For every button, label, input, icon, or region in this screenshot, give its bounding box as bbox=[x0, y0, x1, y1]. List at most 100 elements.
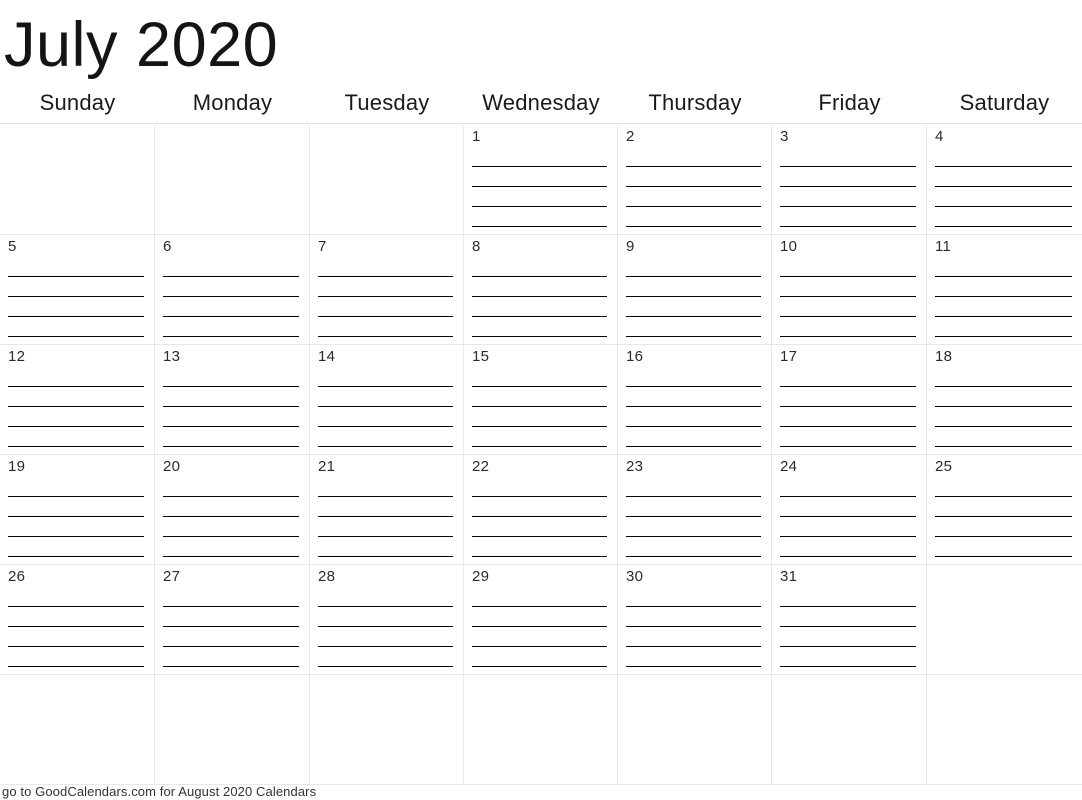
writing-line[interactable] bbox=[935, 407, 1072, 427]
writing-line[interactable] bbox=[318, 407, 453, 427]
day-cell-8[interactable]: 8 bbox=[464, 235, 618, 345]
writing-line[interactable] bbox=[935, 497, 1072, 517]
writing-line[interactable] bbox=[163, 257, 299, 277]
writing-line[interactable] bbox=[472, 367, 607, 387]
writing-line[interactable] bbox=[626, 517, 761, 537]
writing-line[interactable] bbox=[163, 427, 299, 447]
writing-line[interactable] bbox=[8, 607, 144, 627]
writing-line[interactable] bbox=[780, 587, 916, 607]
day-cell-4[interactable]: 4 bbox=[927, 125, 1082, 235]
writing-line[interactable] bbox=[626, 647, 761, 667]
day-cell-28[interactable]: 28 bbox=[310, 565, 464, 675]
writing-line[interactable] bbox=[935, 317, 1072, 337]
writing-line[interactable] bbox=[472, 257, 607, 277]
writing-line[interactable] bbox=[472, 517, 607, 537]
writing-line[interactable] bbox=[163, 387, 299, 407]
writing-line[interactable] bbox=[935, 367, 1072, 387]
writing-line[interactable] bbox=[318, 587, 453, 607]
writing-line[interactable] bbox=[318, 297, 453, 317]
writing-line[interactable] bbox=[163, 297, 299, 317]
day-cell-18[interactable]: 18 bbox=[927, 345, 1082, 455]
writing-line[interactable] bbox=[626, 477, 761, 497]
day-cell-1[interactable]: 1 bbox=[464, 125, 618, 235]
writing-line[interactable] bbox=[163, 477, 299, 497]
writing-line[interactable] bbox=[780, 257, 916, 277]
writing-line[interactable] bbox=[780, 427, 916, 447]
writing-line[interactable] bbox=[626, 497, 761, 517]
writing-line[interactable] bbox=[8, 537, 144, 557]
writing-line[interactable] bbox=[318, 317, 453, 337]
writing-line[interactable] bbox=[472, 167, 607, 187]
writing-line[interactable] bbox=[472, 297, 607, 317]
writing-line[interactable] bbox=[780, 517, 916, 537]
writing-line[interactable] bbox=[935, 297, 1072, 317]
day-cell-14[interactable]: 14 bbox=[310, 345, 464, 455]
writing-line[interactable] bbox=[163, 497, 299, 517]
day-cell-23[interactable]: 23 bbox=[618, 455, 772, 565]
writing-line[interactable] bbox=[935, 167, 1072, 187]
writing-line[interactable] bbox=[318, 257, 453, 277]
writing-line[interactable] bbox=[472, 587, 607, 607]
day-cell-12[interactable]: 12 bbox=[0, 345, 155, 455]
writing-line[interactable] bbox=[780, 647, 916, 667]
writing-line[interactable] bbox=[318, 477, 453, 497]
writing-line[interactable] bbox=[472, 407, 607, 427]
writing-line[interactable] bbox=[626, 257, 761, 277]
writing-line[interactable] bbox=[626, 277, 761, 297]
writing-line[interactable] bbox=[163, 317, 299, 337]
writing-line[interactable] bbox=[163, 537, 299, 557]
writing-line[interactable] bbox=[472, 207, 607, 227]
writing-line[interactable] bbox=[626, 387, 761, 407]
writing-line[interactable] bbox=[163, 587, 299, 607]
writing-line[interactable] bbox=[318, 277, 453, 297]
writing-line[interactable] bbox=[163, 517, 299, 537]
writing-line[interactable] bbox=[472, 647, 607, 667]
writing-line[interactable] bbox=[318, 607, 453, 627]
writing-line[interactable] bbox=[472, 317, 607, 337]
day-cell-30[interactable]: 30 bbox=[618, 565, 772, 675]
writing-line[interactable] bbox=[626, 317, 761, 337]
writing-line[interactable] bbox=[8, 427, 144, 447]
writing-line[interactable] bbox=[626, 187, 761, 207]
day-cell-10[interactable]: 10 bbox=[772, 235, 927, 345]
writing-line[interactable] bbox=[780, 407, 916, 427]
writing-line[interactable] bbox=[780, 207, 916, 227]
writing-line[interactable] bbox=[472, 277, 607, 297]
writing-line[interactable] bbox=[472, 427, 607, 447]
day-cell-3[interactable]: 3 bbox=[772, 125, 927, 235]
day-cell-25[interactable]: 25 bbox=[927, 455, 1082, 565]
writing-line[interactable] bbox=[780, 187, 916, 207]
writing-line[interactable] bbox=[318, 367, 453, 387]
writing-line[interactable] bbox=[626, 297, 761, 317]
day-cell-31[interactable]: 31 bbox=[772, 565, 927, 675]
writing-line[interactable] bbox=[8, 497, 144, 517]
writing-line[interactable] bbox=[626, 147, 761, 167]
writing-line[interactable] bbox=[472, 187, 607, 207]
day-cell-5[interactable]: 5 bbox=[0, 235, 155, 345]
writing-line[interactable] bbox=[163, 367, 299, 387]
writing-line[interactable] bbox=[472, 627, 607, 647]
writing-line[interactable] bbox=[780, 167, 916, 187]
day-cell-27[interactable]: 27 bbox=[155, 565, 310, 675]
writing-line[interactable] bbox=[472, 147, 607, 167]
writing-line[interactable] bbox=[780, 537, 916, 557]
writing-line[interactable] bbox=[8, 367, 144, 387]
writing-line[interactable] bbox=[935, 207, 1072, 227]
day-cell-11[interactable]: 11 bbox=[927, 235, 1082, 345]
writing-line[interactable] bbox=[626, 367, 761, 387]
writing-line[interactable] bbox=[780, 277, 916, 297]
writing-line[interactable] bbox=[935, 257, 1072, 277]
day-cell-29[interactable]: 29 bbox=[464, 565, 618, 675]
writing-line[interactable] bbox=[8, 647, 144, 667]
writing-line[interactable] bbox=[8, 477, 144, 497]
writing-line[interactable] bbox=[8, 587, 144, 607]
day-cell-2[interactable]: 2 bbox=[618, 125, 772, 235]
day-cell-9[interactable]: 9 bbox=[618, 235, 772, 345]
writing-line[interactable] bbox=[472, 497, 607, 517]
writing-line[interactable] bbox=[8, 317, 144, 337]
writing-line[interactable] bbox=[626, 537, 761, 557]
writing-line[interactable] bbox=[780, 387, 916, 407]
day-cell-22[interactable]: 22 bbox=[464, 455, 618, 565]
writing-line[interactable] bbox=[8, 257, 144, 277]
writing-line[interactable] bbox=[8, 387, 144, 407]
